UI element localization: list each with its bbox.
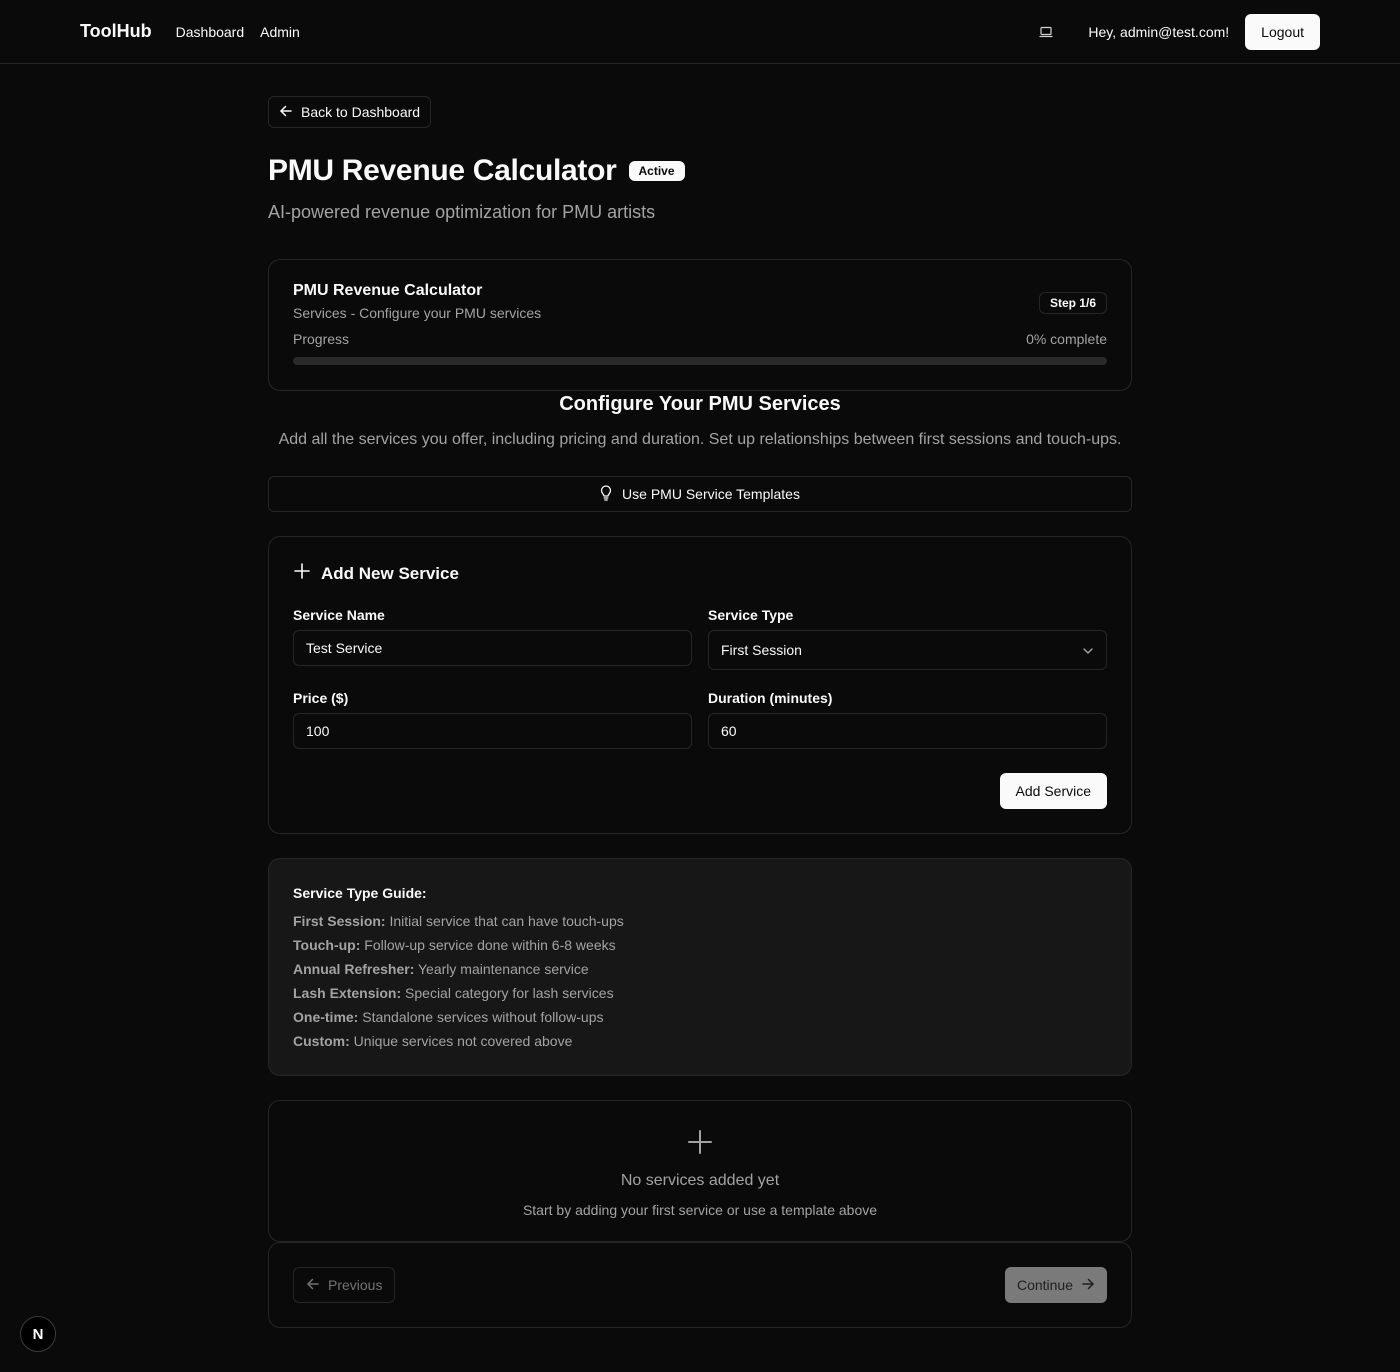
guide-term: Custom:: [293, 1033, 350, 1049]
use-templates-label: Use PMU Service Templates: [622, 486, 800, 502]
guide-term: One-time:: [293, 1009, 359, 1025]
service-type-value: First Session: [721, 642, 802, 658]
main-content: Back to Dashboard PMU Revenue Calculator…: [268, 64, 1132, 1328]
nav-link-dashboard[interactable]: Dashboard: [176, 24, 245, 40]
guide-desc: Initial service that can have touch-ups: [385, 913, 624, 929]
add-service-form: Service Name Service Type First Session …: [293, 607, 1107, 769]
arrow-right-icon: [1081, 1277, 1095, 1294]
guide-term: Touch-up:: [293, 937, 361, 953]
service-type-field-group: Service Type First Session: [708, 607, 1107, 670]
continue-button[interactable]: Continue: [1004, 1267, 1107, 1303]
guide-term: Lash Extension:: [293, 985, 402, 1001]
previous-label: Previous: [328, 1277, 383, 1293]
back-to-dashboard-button[interactable]: Back to Dashboard: [268, 96, 432, 128]
progress-card-title: PMU Revenue Calculator: [293, 282, 483, 299]
empty-state-title: No services added yet: [620, 1172, 780, 1189]
guide-item: First Session: Initial service that can …: [293, 909, 1107, 933]
chevron-down-icon: [1082, 642, 1094, 658]
add-service-button[interactable]: Add Service: [999, 773, 1107, 809]
dev-tools-badge[interactable]: N: [20, 1316, 56, 1352]
user-greeting: Hey, admin@test.com!: [1088, 23, 1230, 40]
price-field-group: Price ($): [293, 690, 692, 749]
progress-percent: 0% complete: [1026, 331, 1107, 347]
laptop-icon[interactable]: [1030, 16, 1062, 48]
empty-state-subtitle: Start by adding your first service or us…: [522, 1202, 878, 1218]
add-service-heading: Add New Service: [293, 562, 1107, 585]
back-button-label: Back to Dashboard: [301, 104, 421, 120]
duration-input[interactable]: [708, 713, 1107, 749]
service-name-input[interactable]: [293, 630, 692, 666]
use-templates-button[interactable]: Use PMU Service Templates: [268, 476, 1132, 512]
guide-desc: Unique services not covered above: [349, 1033, 573, 1049]
guide-item: Lash Extension: Special category for las…: [293, 981, 1107, 1005]
previous-button[interactable]: Previous: [293, 1267, 396, 1303]
brand-logo[interactable]: ToolHub: [80, 21, 152, 42]
guide-desc: Follow-up service done within 6-8 weeks: [360, 937, 616, 953]
top-navbar: ToolHub Dashboard Admin Hey, admin@test.…: [0, 0, 1400, 64]
status-badge: Active: [628, 161, 685, 181]
plus-icon: [293, 562, 311, 585]
guide-title: Service Type Guide:: [293, 885, 427, 901]
services-empty-state: No services added yet Start by adding yo…: [268, 1100, 1132, 1242]
logout-button[interactable]: Logout: [1245, 13, 1320, 50]
duration-field-group: Duration (minutes): [708, 690, 1107, 749]
guide-desc: Standalone services without follow-ups: [358, 1009, 604, 1025]
step-navigation: Previous Continue: [268, 1242, 1132, 1328]
form-actions: Add Service: [293, 773, 1107, 809]
page-subtitle: AI-powered revenue optimization for PMU …: [268, 202, 656, 222]
arrow-left-icon: [306, 1277, 320, 1294]
service-type-guide: Service Type Guide: First Session: Initi…: [268, 858, 1132, 1076]
guide-desc: Yearly maintenance service: [414, 961, 589, 977]
add-service-title: Add New Service: [321, 563, 459, 583]
section-description: Add all the services you offer, includin…: [278, 431, 1122, 448]
nav-link-admin[interactable]: Admin: [260, 24, 300, 40]
plus-icon: [687, 1129, 713, 1160]
step-badge: Step 1/6: [1038, 292, 1107, 314]
progress-row: Progress 0% complete: [293, 331, 1107, 347]
price-input[interactable]: [293, 713, 692, 749]
duration-label: Duration (minutes): [708, 690, 833, 706]
price-label: Price ($): [293, 690, 349, 706]
progress-label: Progress: [293, 331, 350, 347]
progress-card-subtitle: Services - Configure your PMU services: [293, 305, 542, 321]
service-name-label: Service Name: [293, 607, 385, 623]
navbar-right: Hey, admin@test.com! Logout: [1030, 13, 1320, 50]
progress-card-header: PMU Revenue Calculator Services - Config…: [293, 282, 1107, 321]
guide-item: Touch-up: Follow-up service done within …: [293, 933, 1107, 957]
page-title: PMU Revenue Calculator: [268, 154, 617, 187]
lightbulb-icon: [600, 484, 612, 504]
arrow-left-icon: [279, 104, 293, 121]
section-title: Configure Your PMU Services: [559, 393, 841, 415]
service-type-select[interactable]: First Session: [708, 630, 1107, 670]
progress-bar: [293, 357, 1107, 365]
service-name-field-group: Service Name: [293, 607, 692, 670]
guide-list: First Session: Initial service that can …: [293, 909, 1107, 1053]
continue-label: Continue: [1016, 1277, 1073, 1293]
guide-term: First Session:: [293, 913, 386, 929]
guide-item: One-time: Standalone services without fo…: [293, 1005, 1107, 1029]
service-type-label: Service Type: [708, 607, 794, 623]
guide-item: Annual Refresher: Yearly maintenance ser…: [293, 957, 1107, 981]
add-service-card: Add New Service Service Name Service Typ…: [268, 536, 1132, 834]
progress-card: PMU Revenue Calculator Services - Config…: [268, 259, 1132, 391]
title-row: PMU Revenue Calculator Active: [268, 154, 1132, 188]
guide-item: Custom: Unique services not covered abov…: [293, 1029, 1107, 1053]
guide-desc: Special category for lash services: [401, 985, 614, 1001]
guide-term: Annual Refresher:: [293, 961, 415, 977]
